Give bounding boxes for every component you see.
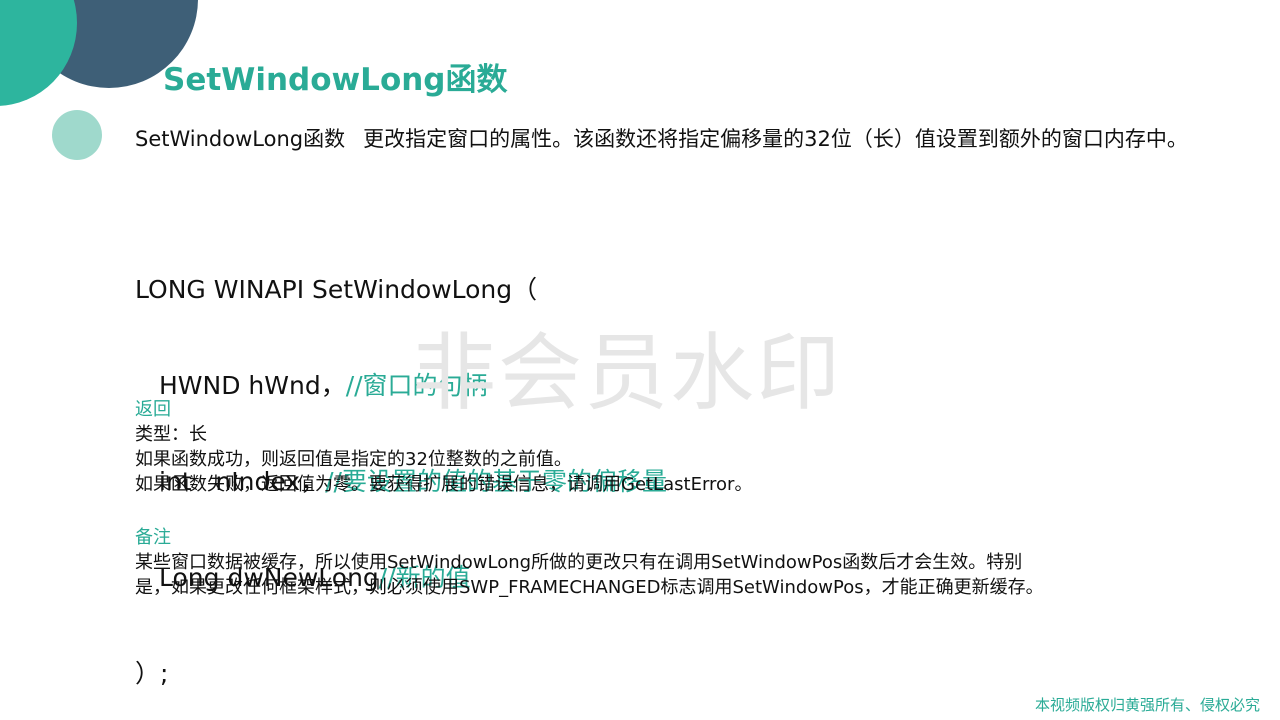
returns-line: 类型：长 bbox=[135, 424, 207, 445]
decorative-circle-teal bbox=[0, 0, 77, 106]
function-description: SetWindowLong函数 更改指定窗口的属性。该函数还将指定偏移量的32位（… bbox=[135, 125, 1215, 153]
returns-heading: 返回 bbox=[135, 399, 171, 420]
slide-title: SetWindowLong函数 bbox=[163, 62, 508, 98]
returns-line: 如果函数失败，返回值为零。要获得扩展的错误信息，请调用GetLastError。 bbox=[135, 474, 753, 495]
slide: SetWindowLong函数 SetWindowLong函数 更改指定窗口的属性… bbox=[0, 0, 1280, 720]
description-text: 更改指定窗口的属性。该函数还将指定偏移量的32位（长）值设置到额外的窗口内存中。 bbox=[363, 127, 1188, 151]
signature-open: LONG WINAPI SetWindowLong（ bbox=[135, 275, 538, 304]
copyright-footer: 本视频版权归黄强所有、侵权必究 bbox=[1034, 696, 1260, 714]
description-function-name: SetWindowLong函数 bbox=[135, 127, 346, 151]
decorative-circle-light bbox=[52, 110, 102, 160]
signature-close: ）; bbox=[135, 659, 169, 688]
remarks-line: 某些窗口数据被缓存，所以使用SetWindowLong所做的更改只有在调用Set… bbox=[135, 552, 1023, 573]
returns-section: 返回 类型：长 如果函数成功，则返回值是指定的32位整数的之前值。 如果函数失败… bbox=[135, 397, 752, 497]
remarks-heading: 备注 bbox=[135, 527, 171, 548]
returns-line: 如果函数成功，则返回值是指定的32位整数的之前值。 bbox=[135, 449, 572, 470]
param-code: HWND hWnd， bbox=[159, 371, 346, 400]
remarks-line: 是，如果更改任何框架样式，则必须使用SWP_FRAMECHANGED标志调用Se… bbox=[135, 577, 1044, 598]
remarks-section: 备注 某些窗口数据被缓存，所以使用SetWindowLong所做的更改只有在调用… bbox=[135, 525, 1044, 600]
